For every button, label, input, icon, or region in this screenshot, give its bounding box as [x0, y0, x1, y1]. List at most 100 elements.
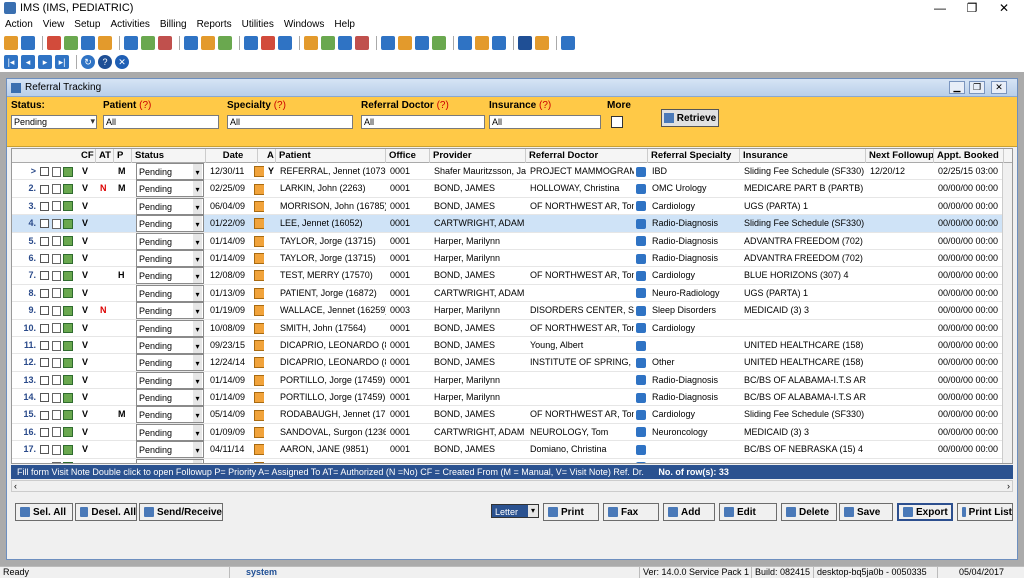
row-status-select[interactable]: Pending — [136, 215, 204, 233]
print-button[interactable]: Print — [543, 503, 599, 521]
col-p[interactable]: P — [114, 149, 132, 163]
fax-button[interactable]: Fax — [603, 503, 659, 521]
row-status-select[interactable]: Pending — [136, 163, 204, 180]
followup-icon[interactable] — [254, 305, 264, 317]
row-status-select[interactable]: Pending — [136, 267, 204, 285]
col-date[interactable]: Date — [206, 149, 258, 163]
toolbar-tool-icon[interactable] — [355, 36, 369, 50]
row-status-select[interactable]: Pending — [136, 284, 204, 302]
followup-icon[interactable] — [254, 461, 264, 463]
select-all-button[interactable]: Sel. All — [15, 503, 73, 521]
row-checkbox[interactable] — [40, 410, 49, 420]
followup-icon[interactable] — [254, 357, 264, 369]
row-checkbox[interactable] — [40, 462, 49, 463]
toolbar-tool-icon[interactable] — [338, 36, 352, 50]
col-office[interactable]: Office — [386, 149, 430, 163]
followup-icon[interactable] — [254, 392, 264, 404]
visit-note-icon[interactable] — [63, 323, 74, 334]
toolbar-tool-icon[interactable] — [458, 36, 472, 50]
col-cf[interactable]: CF — [78, 149, 96, 163]
row-checkbox[interactable] — [40, 288, 49, 298]
row-status-select[interactable]: Pending — [136, 423, 204, 441]
menu-view[interactable]: View — [38, 19, 70, 30]
row-status-select[interactable]: Pending — [136, 441, 204, 459]
scroll-right-icon[interactable]: › — [1007, 481, 1010, 491]
referral-doctor-icon[interactable] — [636, 462, 646, 463]
followup-icon[interactable] — [254, 340, 264, 352]
visit-note-icon[interactable] — [63, 375, 74, 386]
table-row[interactable]: 4. V Pending 01/22/09 LEE, Jennet (16052) 00… — [12, 215, 1012, 233]
toolbar-tool-icon[interactable] — [201, 36, 215, 50]
patient-input[interactable]: All — [103, 115, 219, 129]
scroll-left-icon[interactable]: ‹ — [14, 481, 17, 491]
row-status-select[interactable]: Pending — [136, 458, 204, 463]
visit-note-icon[interactable] — [63, 357, 74, 368]
toolbar-tool-icon[interactable] — [475, 36, 489, 50]
vertical-scrollbar[interactable] — [1002, 163, 1012, 463]
next-record-icon[interactable]: ▸ — [38, 55, 52, 69]
visit-note-icon[interactable] — [63, 288, 74, 299]
row-checkbox[interactable] — [40, 341, 49, 351]
deselect-all-button[interactable]: Desel. All — [75, 503, 137, 521]
row-checkbox[interactable] — [40, 393, 49, 403]
fill-form-icon[interactable] — [51, 340, 61, 351]
referral-doctor-icon[interactable] — [636, 357, 646, 368]
row-checkbox[interactable] — [40, 271, 49, 281]
table-row[interactable]: 15. V M Pending 05/14/09 RODABAUGH, Jennet (… — [12, 406, 1012, 424]
row-checkbox[interactable] — [40, 219, 49, 229]
referral-doctor-icon[interactable] — [636, 444, 646, 455]
toolbar-tool-icon[interactable] — [21, 36, 35, 50]
delete-button[interactable]: Delete — [781, 503, 837, 521]
visit-note-icon[interactable] — [63, 462, 74, 463]
export-button[interactable]: Export — [897, 503, 953, 521]
followup-icon[interactable] — [254, 287, 264, 299]
table-row[interactable]: 5. V Pending 01/14/09 TAYLOR, Jorge (13715)… — [12, 232, 1012, 250]
table-row[interactable]: 10. V Pending 10/08/09 SMITH, John (17564) 0… — [12, 319, 1012, 337]
col-status[interactable]: Status — [132, 149, 206, 163]
close-button[interactable]: ✕ — [984, 0, 1024, 16]
referral-doctor-input[interactable]: All — [361, 115, 485, 129]
fill-form-icon[interactable] — [51, 357, 61, 368]
row-checkbox[interactable] — [40, 306, 49, 316]
fill-form-icon[interactable] — [51, 253, 61, 264]
insurance-input[interactable]: All — [489, 115, 601, 129]
referral-doctor-icon[interactable] — [636, 201, 646, 212]
save-button[interactable]: Save — [839, 503, 893, 521]
fill-form-icon[interactable] — [51, 305, 61, 316]
referral-doctor-icon[interactable] — [636, 427, 646, 438]
toolbar-tool-icon[interactable] — [321, 36, 335, 50]
referral-doctor-icon[interactable] — [636, 410, 646, 421]
toolbar-tool-icon[interactable] — [244, 36, 258, 50]
last-record-icon[interactable]: ▸| — [55, 55, 69, 69]
col-insurance[interactable]: Insurance — [740, 149, 866, 163]
letter-select[interactable]: Letter — [491, 504, 539, 518]
col-referral-specialty[interactable]: Referral Specialty — [648, 149, 740, 163]
menu-help[interactable]: Help — [329, 19, 360, 30]
followup-icon[interactable] — [254, 166, 264, 178]
help-icon[interactable]: ? — [98, 55, 112, 69]
referral-doctor-icon[interactable] — [636, 305, 646, 316]
table-row[interactable]: 8. V Pending 01/13/09 PATIENT, Jorge (16872… — [12, 284, 1012, 303]
menu-windows[interactable]: Windows — [279, 19, 330, 30]
referral-doctor-icon[interactable] — [636, 270, 646, 281]
menu-billing[interactable]: Billing — [155, 19, 192, 30]
menu-utilities[interactable]: Utilities — [237, 19, 279, 30]
referral-doctor-icon[interactable] — [636, 236, 646, 247]
referral-doctor-icon[interactable] — [636, 375, 646, 386]
referral-doctor-icon[interactable] — [636, 166, 646, 177]
visit-note-icon[interactable] — [63, 270, 74, 281]
prev-record-icon[interactable]: ◂ — [21, 55, 35, 69]
toolbar-tool-icon[interactable] — [218, 36, 232, 50]
row-status-select[interactable]: Pending — [136, 180, 204, 198]
table-row[interactable]: 12. V Pending 12/24/14 DICAPRIO, LEONARDO (… — [12, 354, 1012, 372]
child-close-button[interactable]: ✕ — [991, 81, 1007, 94]
fill-form-icon[interactable] — [51, 166, 61, 177]
table-row[interactable]: 14. V Pending 01/14/09 PORTILLO, Jorge (174… — [12, 389, 1012, 407]
referral-doctor-icon[interactable] — [636, 218, 646, 229]
more-checkbox[interactable] — [611, 116, 623, 128]
toolbar-tool-icon[interactable] — [141, 36, 155, 50]
refresh-icon[interactable]: ↻ — [81, 55, 95, 69]
toolbar-tool-icon[interactable] — [261, 36, 275, 50]
menu-setup[interactable]: Setup — [69, 19, 105, 30]
specialty-input[interactable]: All — [227, 115, 353, 129]
